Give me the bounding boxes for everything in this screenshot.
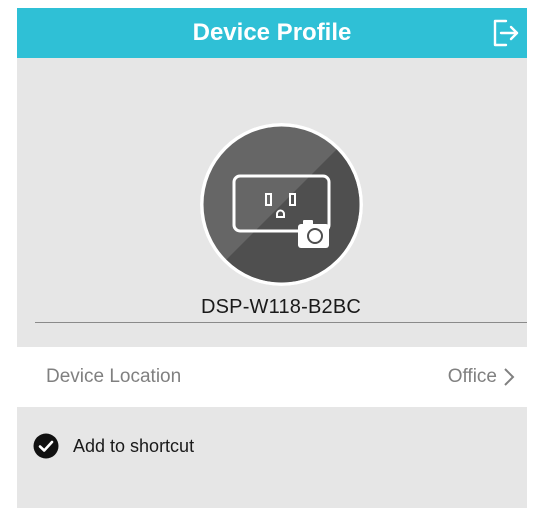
chevron-right-icon <box>504 368 515 386</box>
add-to-shortcut-label: Add to shortcut <box>73 435 195 456</box>
add-to-shortcut-row[interactable]: Add to shortcut <box>17 428 527 464</box>
device-profile-screen: Device Profile DSP-W118-B2BC Device Loca… <box>17 8 527 508</box>
profile-section: DSP-W118-B2BC <box>17 58 527 347</box>
device-name-field[interactable]: DSP-W118-B2BC <box>35 292 527 323</box>
device-location-value-group: Office <box>448 366 515 388</box>
app-header: Device Profile <box>17 8 527 58</box>
device-location-row[interactable]: Device Location Office <box>17 347 527 407</box>
device-name: DSP-W118-B2BC <box>200 295 362 318</box>
camera-icon <box>298 220 329 248</box>
device-avatar[interactable] <box>200 123 363 286</box>
device-location-value: Office <box>447 366 497 387</box>
device-location-label: Device Location <box>46 366 182 387</box>
page-title: Device Profile <box>192 19 352 46</box>
logout-icon[interactable] <box>489 17 521 49</box>
check-circle-icon[interactable] <box>33 433 59 459</box>
